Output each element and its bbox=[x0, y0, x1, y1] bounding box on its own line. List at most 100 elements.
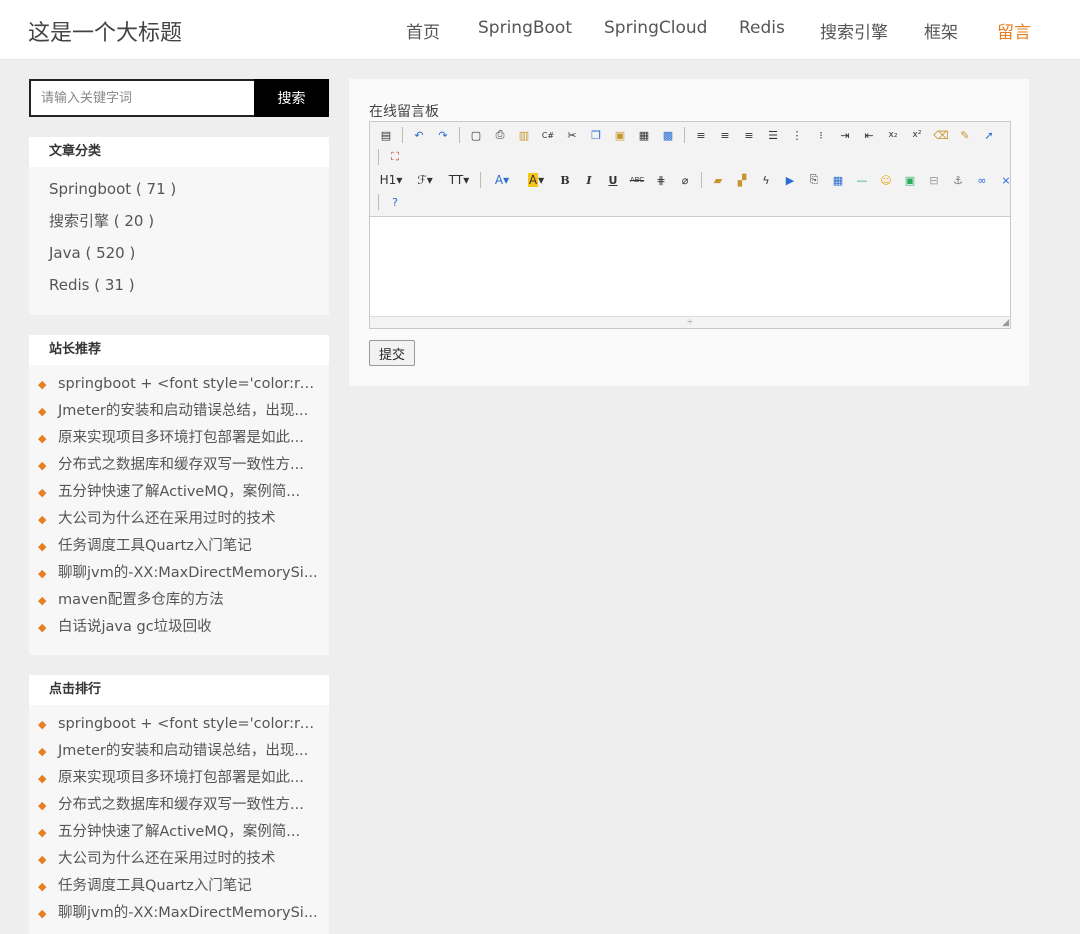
bullet-icon: ◆ bbox=[38, 745, 47, 758]
image-icon[interactable]: ▰ bbox=[708, 170, 728, 190]
link-icon[interactable]: ∞ bbox=[972, 170, 992, 190]
recommend-item[interactable]: ◆ Jmeter的安装和启动错误总结，出现... bbox=[38, 398, 319, 425]
ranking-item[interactable]: ◆ 任务调度工具Quartz入门笔记 bbox=[38, 873, 319, 900]
nav-item-search-engine[interactable]: 搜索引擎 bbox=[820, 18, 888, 43]
toolbar-row-2b: ? bbox=[376, 191, 409, 213]
indent-icon[interactable]: ⇥ bbox=[835, 125, 855, 145]
nav-item-springcloud[interactable]: SpringCloud bbox=[604, 18, 707, 38]
about-icon[interactable]: ? bbox=[385, 192, 405, 212]
redo-icon[interactable]: ↷ bbox=[433, 125, 453, 145]
toolbar-separator bbox=[378, 149, 379, 165]
outdent-icon[interactable]: ⇤ bbox=[859, 125, 879, 145]
nav-item-home[interactable]: 首页 bbox=[406, 18, 440, 43]
nav-item-framework[interactable]: 框架 bbox=[924, 18, 958, 43]
message-board-label: 在线留言板 bbox=[369, 104, 439, 120]
heading-icon[interactable]: H1▾ bbox=[376, 170, 406, 190]
media-icon[interactable]: ▶ bbox=[780, 170, 800, 190]
align-left-icon[interactable]: ≡ bbox=[691, 125, 711, 145]
paste-text-icon[interactable]: ▦ bbox=[634, 125, 654, 145]
hr-icon[interactable]: — bbox=[852, 170, 872, 190]
ranking-item[interactable]: ◆ Jmeter的安装和启动错误总结，出现... bbox=[38, 738, 319, 765]
message-board-card: 在线留言板 ▤ ↶ ↷ ▢ ⎙ ▥ C# ✂ ❐ ▣ ▦ ▩ ≡ ≡ ≡ ☰ ⋮… bbox=[349, 79, 1029, 386]
ranking-item-label: 聊聊jvm的-XX:MaxDirectMemorySi... bbox=[58, 905, 318, 921]
font-size-icon[interactable]: TT▾ bbox=[444, 170, 474, 190]
table-icon[interactable]: ▦ bbox=[828, 170, 848, 190]
unordered-list-icon[interactable]: ⁝ bbox=[811, 125, 831, 145]
multi-image-icon[interactable]: ▞ bbox=[732, 170, 752, 190]
recommend-item[interactable]: ◆ 任务调度工具Quartz入门笔记 bbox=[38, 533, 319, 560]
italic-icon[interactable]: I bbox=[579, 170, 599, 190]
ranking-item-label: 五分钟快速了解ActiveMQ，案例简... bbox=[58, 824, 301, 840]
drag-handle-icon[interactable]: ÷ bbox=[687, 317, 694, 326]
unlink-icon[interactable]: ⨯ bbox=[996, 170, 1016, 190]
remove-format-icon[interactable]: ⌀ bbox=[675, 170, 695, 190]
anchor-icon[interactable]: ⚓ bbox=[948, 170, 968, 190]
copy-icon[interactable]: ❐ bbox=[586, 125, 606, 145]
preview-icon[interactable]: ▢ bbox=[466, 125, 486, 145]
search-button[interactable]: 搜索 bbox=[254, 79, 329, 117]
ranking-item[interactable]: ◆ 原来实现项目多环境打包部署是如此... bbox=[38, 765, 319, 792]
line-height-icon[interactable]: ⋕ bbox=[651, 170, 671, 190]
recommend-item[interactable]: ◆ 原来实现项目多环境打包部署是如此... bbox=[38, 425, 319, 452]
recommend-item[interactable]: ◆ maven配置多仓库的方法 bbox=[38, 587, 319, 614]
strikethrough-icon[interactable]: ABC bbox=[627, 170, 647, 190]
pointer-icon[interactable]: ➚ bbox=[979, 125, 999, 145]
undo-icon[interactable]: ↶ bbox=[409, 125, 429, 145]
template-icon[interactable]: ▥ bbox=[514, 125, 534, 145]
ordered-list-icon[interactable]: ⋮ bbox=[787, 125, 807, 145]
code-icon[interactable]: C# bbox=[538, 125, 558, 145]
resize-icon[interactable]: ◢ bbox=[1002, 318, 1009, 328]
nav-item-redis[interactable]: Redis bbox=[739, 18, 785, 38]
nav-item-springboot[interactable]: SpringBoot bbox=[478, 18, 572, 38]
recommend-item[interactable]: ◆ 聊聊jvm的-XX:MaxDirectMemorySi... bbox=[38, 560, 319, 587]
highlight-icon[interactable]: A ▾ bbox=[521, 170, 551, 190]
category-panel-title: 文章分类 bbox=[29, 137, 329, 167]
align-right-icon[interactable]: ≡ bbox=[739, 125, 759, 145]
bold-icon[interactable]: B bbox=[555, 170, 575, 190]
ranking-item[interactable]: ◆ 分布式之数据库和缓存双写一致性方... bbox=[38, 792, 319, 819]
ranking-item[interactable]: ◆ 聊聊jvm的-XX:MaxDirectMemorySi... bbox=[38, 900, 319, 927]
paste-word-icon[interactable]: ▩ bbox=[658, 125, 678, 145]
search-input[interactable] bbox=[29, 79, 254, 117]
map-icon[interactable]: ▣ bbox=[900, 170, 920, 190]
ranking-item[interactable]: ◆ 大公司为什么还在采用过时的技术 bbox=[38, 846, 319, 873]
recommend-panel-title: 站长推荐 bbox=[29, 335, 329, 365]
ranking-item[interactable]: ◆ 五分钟快速了解ActiveMQ，案例简... bbox=[38, 819, 319, 846]
fullscreen-icon[interactable]: ⛶ bbox=[385, 147, 405, 167]
category-item[interactable]: Redis ( 31 ) bbox=[49, 269, 329, 301]
align-center-icon[interactable]: ≡ bbox=[715, 125, 735, 145]
recommend-item[interactable]: ◆ 分布式之数据库和缓存双写一致性方... bbox=[38, 452, 319, 479]
cut-icon[interactable]: ✂ bbox=[562, 125, 582, 145]
superscript-icon[interactable]: x² bbox=[907, 125, 927, 145]
emoticon-icon[interactable]: ☺ bbox=[876, 170, 896, 190]
pagebreak-icon[interactable]: ⊟ bbox=[924, 170, 944, 190]
source-icon[interactable]: ▤ bbox=[376, 125, 396, 145]
recommend-item[interactable]: ◆ springboot + <font style='color:re... bbox=[38, 371, 319, 398]
clear-format-icon[interactable]: ⌫ bbox=[931, 125, 951, 145]
recommend-item[interactable]: ◆ 大公司为什么还在采用过时的技术 bbox=[38, 506, 319, 533]
font-family-icon[interactable]: ℱ▾ bbox=[410, 170, 440, 190]
select-all-icon[interactable]: ✎ bbox=[955, 125, 975, 145]
paste-icon[interactable]: ▣ bbox=[610, 125, 630, 145]
subscript-icon[interactable]: x₂ bbox=[883, 125, 903, 145]
category-item[interactable]: 搜索引擎 ( 20 ) bbox=[49, 205, 329, 237]
ranking-item[interactable]: ◆ springboot + <font style='color:re... bbox=[38, 711, 319, 738]
underline-icon[interactable]: U bbox=[603, 170, 623, 190]
bullet-icon: ◆ bbox=[38, 459, 47, 472]
editor-content-area[interactable] bbox=[370, 217, 1010, 317]
search-box: 搜索 bbox=[29, 79, 329, 117]
nav-item-message[interactable]: 留言 bbox=[997, 18, 1031, 43]
category-item[interactable]: Java ( 520 ) bbox=[49, 237, 329, 269]
recommend-item-label: 大公司为什么还在采用过时的技术 bbox=[58, 511, 276, 527]
flash-icon[interactable]: ϟ bbox=[756, 170, 776, 190]
submit-button[interactable]: 提交 bbox=[369, 340, 415, 366]
recommend-item[interactable]: ◆ 五分钟快速了解ActiveMQ，案例简... bbox=[38, 479, 319, 506]
attachment-icon[interactable]: ⎘ bbox=[804, 170, 824, 190]
justify-icon[interactable]: ☰ bbox=[763, 125, 783, 145]
font-color-icon[interactable]: A▾ bbox=[487, 170, 517, 190]
ranking-item-label: springboot + <font style='color:re... bbox=[58, 716, 319, 732]
bullet-icon: ◆ bbox=[38, 405, 47, 418]
recommend-item[interactable]: ◆ 白话说java gc垃圾回收 bbox=[38, 614, 319, 641]
category-item[interactable]: Springboot ( 71 ) bbox=[49, 173, 329, 205]
print-icon[interactable]: ⎙ bbox=[490, 125, 510, 145]
